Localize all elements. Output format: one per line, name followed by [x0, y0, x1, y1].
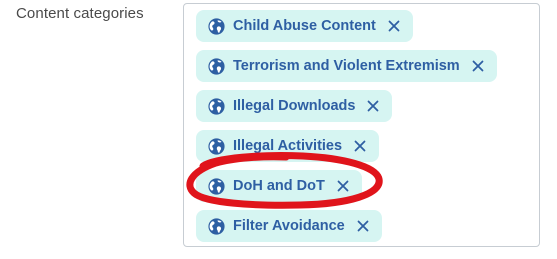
close-icon[interactable] [354, 140, 366, 152]
chip-filter-avoidance[interactable]: Filter Avoidance [196, 210, 382, 242]
chip-illegal-activities[interactable]: Illegal Activities [196, 130, 380, 162]
close-icon[interactable] [388, 20, 400, 32]
close-icon[interactable] [472, 60, 484, 72]
chip-illegal-downloads[interactable]: Illegal Downloads [196, 90, 393, 122]
chip-label: Filter Avoidance [233, 218, 345, 234]
globe-icon [208, 137, 225, 155]
globe-icon [208, 97, 225, 115]
chip-label: Terrorism and Violent Extremism [233, 58, 460, 74]
chip-child-abuse-content[interactable]: Child Abuse Content [196, 10, 413, 42]
chip-doh-and-dot[interactable]: DoH and DoT [196, 170, 362, 202]
chip-terrorism-and-violent-extremism[interactable]: Terrorism and Violent Extremism [196, 50, 497, 82]
chip-label: Child Abuse Content [233, 18, 376, 34]
close-icon[interactable] [337, 180, 349, 192]
close-icon[interactable] [367, 100, 379, 112]
chip-label: DoH and DoT [233, 178, 325, 194]
content-categories-tag-box[interactable]: Child Abuse Content Terrorism and Violen… [183, 3, 540, 247]
close-icon[interactable] [357, 220, 369, 232]
content-categories-label: Content categories [16, 5, 144, 22]
globe-icon [208, 217, 225, 235]
chip-label: Illegal Downloads [233, 98, 356, 114]
globe-icon [208, 177, 225, 195]
globe-icon [208, 17, 225, 35]
globe-icon [208, 57, 225, 75]
chip-label: Illegal Activities [233, 138, 343, 154]
